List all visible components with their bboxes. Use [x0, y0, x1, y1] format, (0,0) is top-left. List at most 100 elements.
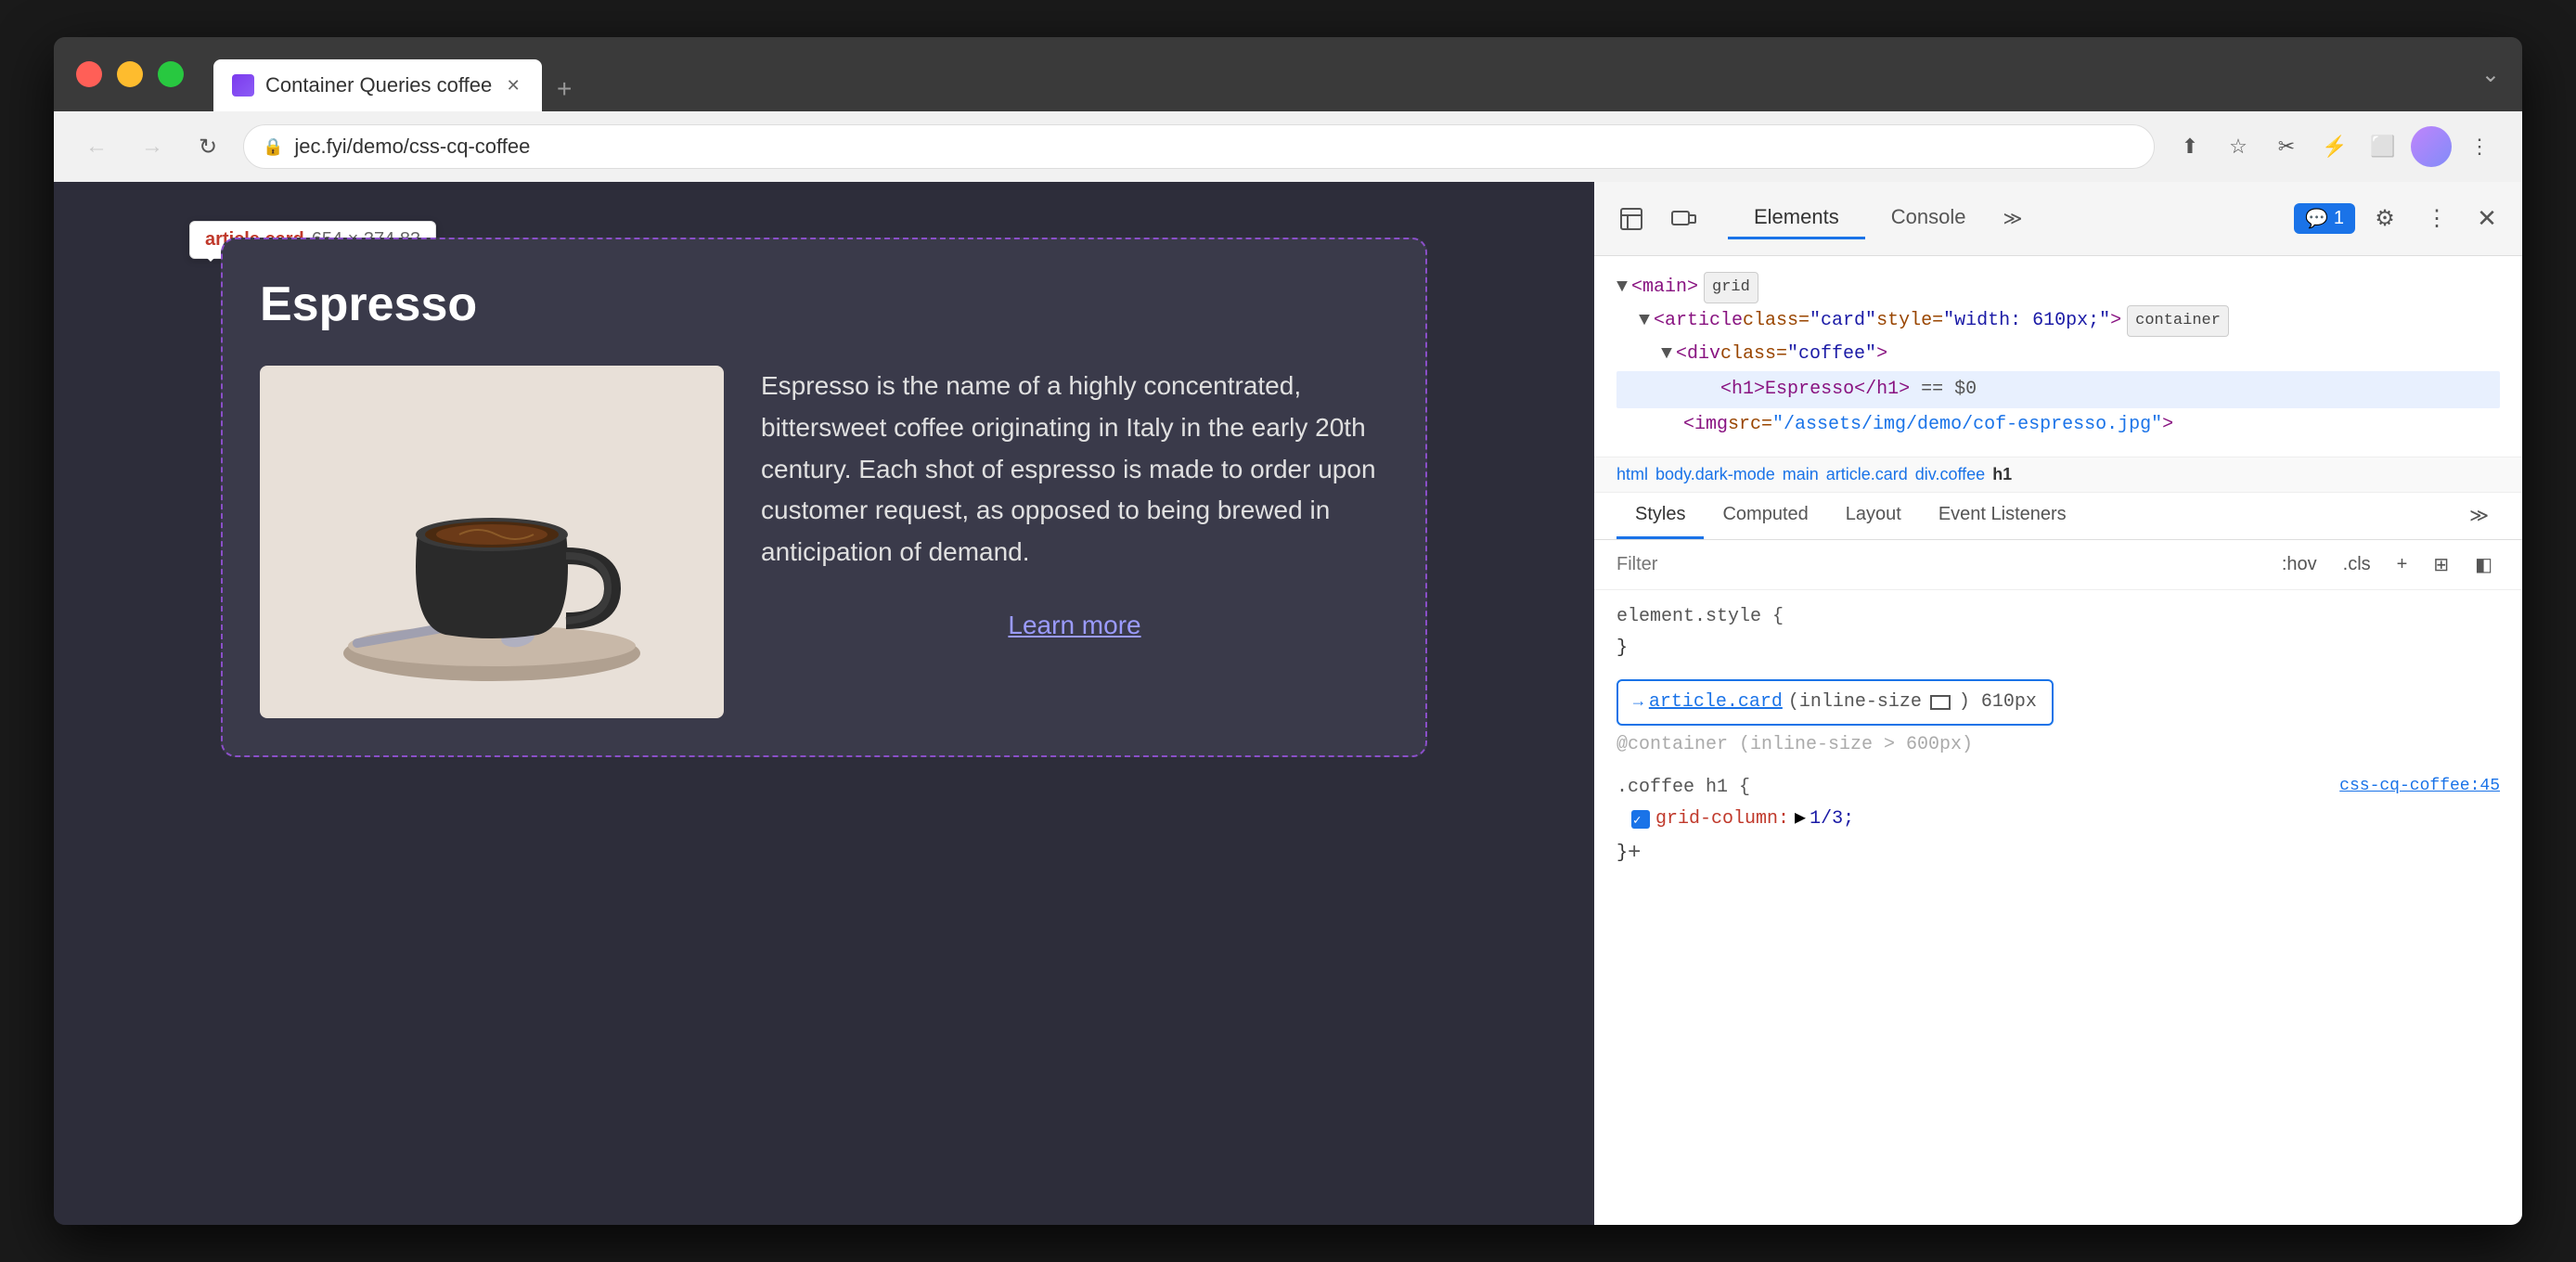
- card-image: [260, 366, 724, 718]
- console-badge[interactable]: 💬 1: [2294, 203, 2355, 234]
- window-collapse-button[interactable]: ⌄: [2481, 61, 2500, 88]
- arrow-div: ▼: [1661, 338, 1672, 371]
- new-rule-button[interactable]: ⊞: [2426, 549, 2456, 580]
- styles-more-tabs[interactable]: ≫: [2458, 493, 2500, 539]
- attr-class-val: "card": [1810, 304, 1876, 338]
- address-bar[interactable]: 🔒 jec.fyi/demo/css-cq-coffee: [243, 124, 2155, 169]
- grid-column-expand[interactable]: ▶: [1795, 804, 1806, 835]
- css-rules: element.style { } → article.card (inline…: [1594, 590, 2522, 1225]
- dom-dollar-sign: == $0: [1921, 379, 1977, 400]
- browser-viewport: article.card 654 × 374.83 Espresso: [54, 182, 1594, 1225]
- minimize-traffic-light[interactable]: [117, 61, 143, 87]
- card-description-area: Espresso is the name of a highly concent…: [761, 366, 1388, 640]
- new-tab-button[interactable]: +: [542, 67, 586, 111]
- devtools-right-actions: 💬 1 ⚙ ⋮ ✕: [2294, 197, 2507, 241]
- add-property-button[interactable]: +: [1628, 835, 1641, 873]
- cls-filter-button[interactable]: .cls: [2336, 550, 2378, 579]
- styles-tabs: Styles Computed Layout Event Listeners ≫: [1594, 493, 2522, 540]
- back-button[interactable]: ←: [76, 126, 117, 167]
- coffee-h1-close: } +: [1616, 835, 2500, 873]
- breadcrumb-main[interactable]: main: [1783, 465, 1819, 484]
- avatar[interactable]: [2411, 126, 2452, 167]
- badge-count: 1: [2334, 208, 2344, 229]
- reload-button[interactable]: ↻: [187, 126, 228, 167]
- element-style-rule: element.style { }: [1616, 601, 2500, 664]
- grid-column-value: 1/3;: [1810, 804, 1854, 835]
- hov-filter-button[interactable]: :hov: [2274, 550, 2325, 579]
- filter-actions: :hov .cls + ⊞ ◧: [2274, 549, 2500, 580]
- article-card: Espresso: [221, 238, 1427, 757]
- tab-elements[interactable]: Elements: [1728, 198, 1865, 239]
- breadcrumb-body[interactable]: body.dark-mode: [1655, 465, 1775, 484]
- devtools-more-tabs[interactable]: ≫: [1991, 200, 2033, 238]
- attr-style-val: "width: 610px;": [1943, 304, 2110, 338]
- cast-button[interactable]: ⬜: [2363, 126, 2403, 167]
- cq-article-selector[interactable]: article.card: [1649, 687, 1783, 718]
- dom-line-h1[interactable]: <h1>Espresso</h1> == $0: [1616, 371, 2500, 408]
- lock-icon: 🔒: [263, 137, 283, 157]
- attr-img-src-link[interactable]: "/assets/img/demo/cof-espresso.jpg": [1772, 408, 2162, 442]
- tag-h1: <h1>Espresso</h1>: [1720, 379, 1910, 400]
- close-traffic-light[interactable]: [76, 61, 102, 87]
- element-style-selector: element.style {: [1616, 601, 2500, 633]
- breadcrumb-html[interactable]: html: [1616, 465, 1648, 484]
- tab-console[interactable]: Console: [1865, 198, 1992, 239]
- card-body: Espresso is the name of a highly concent…: [260, 366, 1388, 718]
- share-button[interactable]: ⬆: [2170, 126, 2210, 167]
- active-tab[interactable]: Container Queries coffee ✕: [213, 59, 542, 111]
- element-style-close: }: [1616, 633, 2500, 664]
- filter-input[interactable]: [1616, 554, 2260, 575]
- inspect-styles-button[interactable]: ◧: [2467, 549, 2500, 580]
- dom-line-div[interactable]: ▼ <div class= "coffee" >: [1616, 338, 2500, 371]
- dom-line-img[interactable]: <img src= "/assets/img/demo/cof-espresso…: [1616, 408, 2500, 442]
- extensions-button[interactable]: ⚡: [2314, 126, 2355, 167]
- attr-div-class-name: class=: [1720, 338, 1787, 371]
- devtools-tabs: Elements Console ≫: [1713, 198, 2286, 239]
- cq-inline-icon: [1930, 695, 1951, 710]
- learn-more-link[interactable]: Learn more: [761, 611, 1388, 640]
- styles-tab-styles[interactable]: Styles: [1616, 493, 1704, 539]
- more-options-button[interactable]: ⋮: [2459, 126, 2500, 167]
- at-container-line: @container (inline-size > 600px): [1616, 729, 2500, 761]
- forward-button[interactable]: →: [132, 126, 173, 167]
- badge-grid: grid: [1704, 272, 1758, 304]
- tab-close-button[interactable]: ✕: [503, 75, 523, 96]
- css-source-link[interactable]: css-cq-coffee:45: [2339, 772, 2500, 801]
- dom-line-main[interactable]: ▼ <main> grid: [1616, 271, 2500, 304]
- attr-style-name: style=: [1876, 304, 1943, 338]
- add-rule-button[interactable]: +: [2389, 550, 2415, 579]
- devtools-close-button[interactable]: ✕: [2467, 199, 2507, 239]
- tag-article-open: <article: [1654, 304, 1743, 338]
- styles-tab-computed[interactable]: Computed: [1704, 493, 1826, 539]
- breadcrumb-h1[interactable]: h1: [1992, 465, 2012, 484]
- property-checkbox[interactable]: [1631, 810, 1650, 829]
- devtools-settings-button[interactable]: ⚙: [2363, 197, 2407, 241]
- card-description: Espresso is the name of a highly concent…: [761, 366, 1388, 573]
- tag-img-open: <img: [1683, 408, 1728, 442]
- device-toggle-button[interactable]: [1661, 197, 1706, 241]
- inspect-element-button[interactable]: [1609, 197, 1654, 241]
- maximize-traffic-light[interactable]: [158, 61, 184, 87]
- attr-img-src-name: src=: [1728, 408, 1772, 442]
- tabs-area: Container Queries coffee ✕ +: [213, 37, 2467, 111]
- devtools-options-button[interactable]: ⋮: [2415, 197, 2459, 241]
- cq-condition-text: (inline-size: [1788, 687, 1922, 718]
- breadcrumb-div[interactable]: div.coffee: [1915, 465, 1985, 484]
- container-query-rule[interactable]: → article.card (inline-size ) 610px: [1616, 679, 2054, 726]
- container-at-rule: @container (inline-size > 600px): [1616, 729, 2500, 761]
- cq-arrow-icon: →: [1633, 689, 1643, 717]
- nav-actions: ⬆ ☆ ✂ ⚡ ⬜ ⋮: [2170, 126, 2500, 167]
- cq-value-text: ) 610px: [1959, 687, 2037, 718]
- styles-tab-event-listeners[interactable]: Event Listeners: [1920, 493, 2085, 539]
- styles-tab-layout[interactable]: Layout: [1827, 493, 1920, 539]
- browser-window: Container Queries coffee ✕ + ⌄ ← → ↻ 🔒 j…: [54, 37, 2522, 1225]
- grid-column-property: grid-column:: [1655, 804, 1789, 835]
- cut-button[interactable]: ✂: [2266, 126, 2307, 167]
- breadcrumb-bar: html body.dark-mode main article.card di…: [1594, 457, 2522, 493]
- tag-article-close: >: [2110, 304, 2121, 338]
- tab-title: Container Queries coffee: [265, 73, 492, 97]
- traffic-lights: [76, 61, 184, 87]
- bookmark-button[interactable]: ☆: [2218, 126, 2259, 167]
- dom-line-article[interactable]: ▼ <article class= "card" style= "width: …: [1616, 304, 2500, 338]
- breadcrumb-article[interactable]: article.card: [1826, 465, 1908, 484]
